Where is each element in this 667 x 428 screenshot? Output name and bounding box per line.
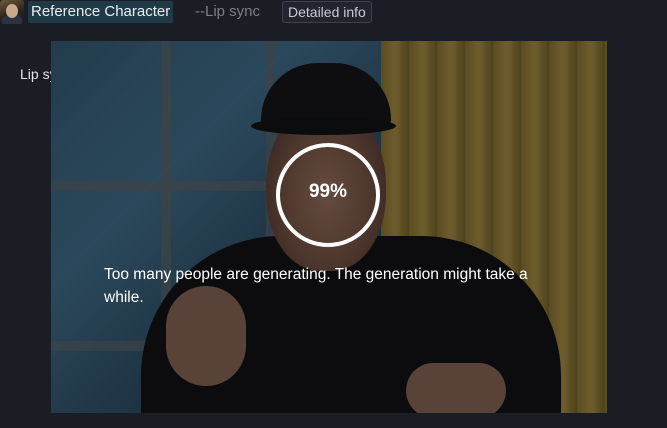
reference-avatar[interactable]: [0, 0, 24, 24]
detailed-info-button[interactable]: Detailed info: [282, 1, 372, 23]
reference-character-label[interactable]: Reference Character: [28, 1, 174, 23]
queue-notice: Too many people are generating. The gene…: [104, 266, 528, 306]
video-preview: 99% Too many people are generating. The …: [51, 41, 607, 413]
header: Reference Character --Lip sync Detailed …: [0, 0, 667, 26]
mode-label: --Lip sync: [195, 3, 261, 20]
avatar-face: [6, 4, 18, 18]
progress-percent-text: 99%: [308, 181, 348, 202]
